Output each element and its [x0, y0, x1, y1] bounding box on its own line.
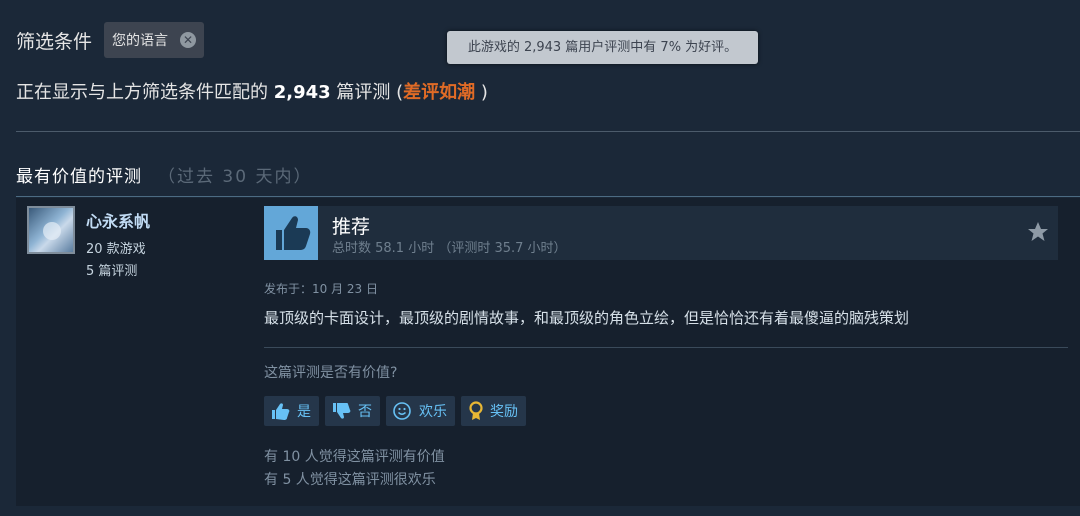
divider [16, 131, 1080, 132]
section-divider [16, 196, 1080, 197]
vote-no-label: 否 [358, 404, 372, 420]
vote-funny-button[interactable]: 欢乐 [386, 396, 455, 426]
recommendation-header[interactable]: 推荐 总时数 58.1 小时 （评测时 35.7 小时） [264, 206, 1058, 260]
thumbs-up-icon [272, 403, 290, 420]
filter-row: 筛选条件 您的语言 ✕ [16, 22, 205, 58]
author-meta: 20 款游戏 5 篇评测 [86, 239, 150, 283]
review-stats: 有 10 人觉得这篇评测有价值 有 5 人觉得这篇评测很欢乐 [264, 446, 445, 492]
review-content: 最顶级的卡面设计，最顶级的剧情故事，和最顶级的角色立绘，但是恰恰还有着最傻逼的脑… [264, 309, 910, 327]
helpful-question: 这篇评测是否有价值? [264, 365, 398, 381]
section-subtitle: （过去 30 天内） [158, 167, 313, 187]
vote-yes-button[interactable]: 是 [264, 396, 319, 426]
author-reviews[interactable]: 5 篇评测 [86, 261, 150, 283]
author-block: 心永系帆 20 款游戏 5 篇评测 [86, 208, 150, 283]
helpful-count: 有 10 人觉得这篇评测有价值 [264, 449, 445, 465]
close-circle-icon[interactable]: ✕ [180, 32, 197, 48]
section-title: 最有价值的评测 （过去 30 天内） [16, 162, 312, 187]
filter-label: 筛选条件 [16, 30, 93, 53]
award-label: 奖励 [490, 404, 518, 420]
playtime: 总时数 58.1 小时 （评测时 35.7 小时） [332, 241, 567, 256]
vote-yes-label: 是 [297, 404, 311, 420]
summary-close: ) [480, 82, 488, 103]
recommendation-title: 推荐 [332, 216, 371, 238]
funny-count: 有 5 人觉得这篇评测很欢乐 [264, 472, 436, 488]
thumbs-down-icon [333, 403, 351, 419]
award-button[interactable]: 奖励 [461, 396, 526, 426]
vote-funny-label: 欢乐 [419, 404, 447, 420]
review-card: 心永系帆 20 款游戏 5 篇评测 推荐 总时数 58.1 小时 （评测时 35… [16, 198, 1080, 506]
content-divider [264, 347, 1068, 348]
summary-suffix: 篇评测 ( [336, 82, 404, 103]
award-icon [469, 401, 483, 420]
review-count: 2,943 [273, 82, 331, 103]
author-games[interactable]: 20 款游戏 [86, 239, 150, 261]
author-name[interactable]: 心永系帆 [86, 208, 150, 232]
language-filter-chip[interactable]: 您的语言 ✕ [104, 22, 205, 58]
summary-prefix: 正在显示与上方筛选条件匹配的 [16, 82, 268, 103]
thumbs-up-icon [264, 206, 318, 260]
avatar-face [43, 222, 61, 240]
section-heading: 最有价值的评测 [16, 167, 142, 187]
vote-buttons: 是 否 欢乐 奖励 [264, 396, 526, 426]
smile-icon [393, 402, 411, 420]
posted-date: 发布于：10 月 23 日 [264, 282, 378, 296]
review-summary: 正在显示与上方筛选条件匹配的 2,943 篇评测 (差评如潮 ) [16, 78, 488, 104]
vote-no-button[interactable]: 否 [325, 396, 380, 426]
star-icon[interactable] [1026, 220, 1050, 244]
avatar[interactable] [27, 206, 75, 254]
review-score-tooltip: 此游戏的 2,943 篇用户评测中有 7% 为好评。 [447, 31, 758, 64]
review-verdict[interactable]: 差评如潮 [403, 82, 475, 103]
language-filter-label: 您的语言 [112, 33, 169, 49]
